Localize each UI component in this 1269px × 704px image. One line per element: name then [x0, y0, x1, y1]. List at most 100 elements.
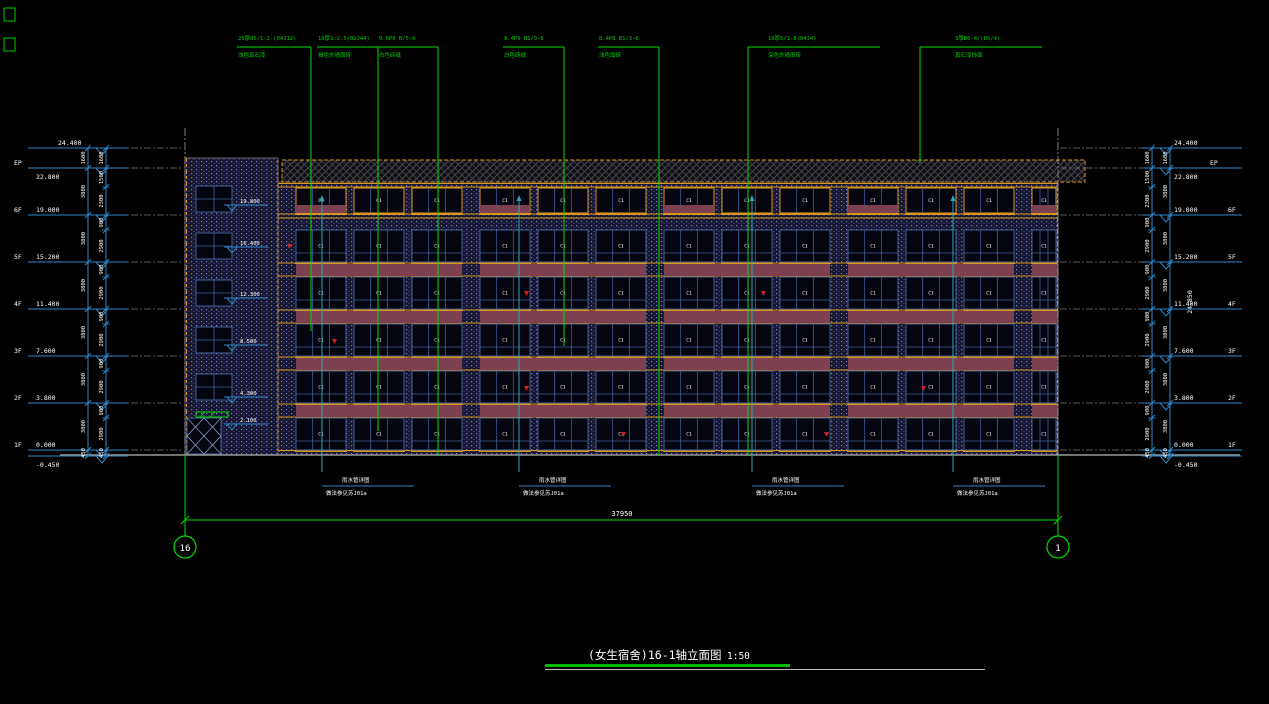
window-tag: C1: [434, 198, 440, 204]
window-tag: C1: [744, 432, 750, 438]
window-tag: C1: [986, 338, 992, 344]
window-tag: C1: [502, 244, 508, 250]
window-tag: C1: [986, 198, 992, 204]
dimension-value: 3800: [1163, 420, 1169, 433]
spandrel-panel: [848, 264, 1014, 276]
tower-level-value: 19.800: [240, 199, 260, 205]
dimension-value: 900: [1145, 265, 1151, 275]
dimension-value: 3800: [81, 279, 87, 292]
window-tag: C1: [318, 385, 324, 391]
dimension-value: 2900: [99, 380, 105, 393]
dimension-value: 2900: [1145, 427, 1151, 440]
callout-line1: 雨水管详图: [973, 476, 1001, 484]
callout-line2: 做法参见苏J01a: [957, 489, 998, 497]
window-tag: C1: [502, 432, 508, 438]
cad-viewport: C1 C1 C1 C1 C1 C1 C1 C1 C1 C1 C1 C1 C1 C1 C1 C1 C1 C1 C1 C1…: [0, 0, 1269, 704]
spandrel-panel: [664, 358, 830, 370]
level-value: 19.000: [1174, 206, 1198, 214]
material-annotation-line2: 褐色外墙面砖: [318, 51, 352, 59]
window-tag: C1: [1041, 244, 1047, 250]
material-annotation-line2: 浅色面砖: [599, 51, 622, 59]
spandrel-panel: [848, 205, 898, 213]
dimension-value: 900: [99, 406, 105, 416]
level-value: 11.400: [36, 300, 60, 308]
material-annotation-line1: 10厚5/1-B(04J4): [768, 35, 817, 42]
tower-level-value: 8.500: [240, 339, 257, 345]
viewport-corner-marks: [4, 8, 15, 51]
window-tag: C1: [928, 198, 934, 204]
dimension-value: 2900: [99, 333, 105, 346]
level-label: 3F: [14, 347, 22, 355]
level-label: 5F: [14, 253, 22, 261]
level-label: 1F: [1228, 441, 1236, 449]
tower-level-value: 2.100: [240, 418, 257, 424]
axis-bubble-1: 1: [1047, 536, 1069, 558]
callout-line1: 雨水管详图: [539, 476, 567, 484]
drawing-title-block: (女生宿舍)16-1轴立面图 1:50: [545, 648, 985, 670]
level-value: 19.000: [36, 206, 60, 214]
spandrel-panel: [848, 405, 1014, 417]
material-annotation-line2: 白色砖缝: [504, 51, 527, 59]
dimension-value: 3800: [1163, 326, 1169, 339]
window-tag: C1: [318, 338, 324, 344]
window-tag: C1: [618, 198, 624, 204]
window-tag: C1: [376, 385, 382, 391]
window-tag: C1: [560, 385, 566, 391]
level-label: 4F: [14, 300, 22, 308]
window-tag: C1: [434, 338, 440, 344]
window-tag: C1: [870, 198, 876, 204]
material-annotation-line2: 浅色真石漆: [238, 51, 266, 59]
window-tag: C1: [744, 338, 750, 344]
material-annotation-line1: 10厚1:2.5(02J44): [318, 35, 370, 42]
window-tag: C1: [376, 244, 382, 250]
window-tag: C1: [502, 291, 508, 297]
dimension-value: 2900: [1145, 286, 1151, 299]
level-label: 6F: [1228, 206, 1236, 214]
window-tag: C1: [502, 338, 508, 344]
window-tag: C1: [744, 385, 750, 391]
level-label: EP: [14, 159, 22, 167]
window-tag: C1: [802, 338, 808, 344]
material-annotation-line2: 真石漆饰面: [955, 51, 983, 59]
window-tag: C1: [618, 244, 624, 250]
spandrel-panel: [296, 311, 462, 323]
level-label: 5F: [1228, 253, 1236, 261]
level-value: 24.400: [1174, 139, 1198, 147]
dimension-value: 2300: [1145, 194, 1151, 207]
spandrel-panel: [296, 264, 462, 276]
callout-line2: 做法参见苏J01a: [326, 489, 367, 497]
tower-level-value: 12.300: [240, 292, 260, 298]
dimension-value: 900: [99, 265, 105, 275]
spandrel-panel: [1032, 264, 1058, 276]
dimension-value: 2900: [99, 239, 105, 252]
dimension-value: 2900: [99, 286, 105, 299]
level-value: 24.400: [58, 139, 82, 147]
spandrel-panel: [480, 205, 530, 213]
spandrel-panel: [296, 405, 462, 417]
spandrel-panel: [1032, 405, 1058, 417]
spandrel-panel: [480, 405, 646, 417]
window-tag: C1: [560, 244, 566, 250]
dimension-value: 450: [1163, 448, 1169, 458]
window-tag: C1: [376, 432, 382, 438]
window-tag: C1: [744, 291, 750, 297]
dimension-value: 1600: [99, 151, 105, 164]
dimension-value: 3800: [81, 232, 87, 245]
window-tag: C1: [1041, 385, 1047, 391]
material-annotation-line1: 9.6P9 B/5-6: [379, 36, 415, 42]
window-tag: C1: [376, 291, 382, 297]
dimension-value: 3800: [1163, 232, 1169, 245]
dimension-value: 2900: [99, 427, 105, 440]
dimension-value: 1600: [81, 151, 87, 164]
level-label: 2F: [1228, 394, 1236, 402]
level-value: -0.450: [36, 461, 60, 469]
window-tag: C1: [1041, 198, 1047, 204]
material-annotation-line2: 白色砖缝: [379, 51, 402, 59]
dimension-value: 3800: [1163, 279, 1169, 292]
level-value: 22.800: [1174, 173, 1198, 181]
level-value: 15.200: [1174, 253, 1198, 261]
window-tag: C1: [802, 432, 808, 438]
window-tag: C1: [434, 291, 440, 297]
axis-bubble-1-label: 1: [1055, 544, 1060, 554]
window-tag: C1: [318, 291, 324, 297]
